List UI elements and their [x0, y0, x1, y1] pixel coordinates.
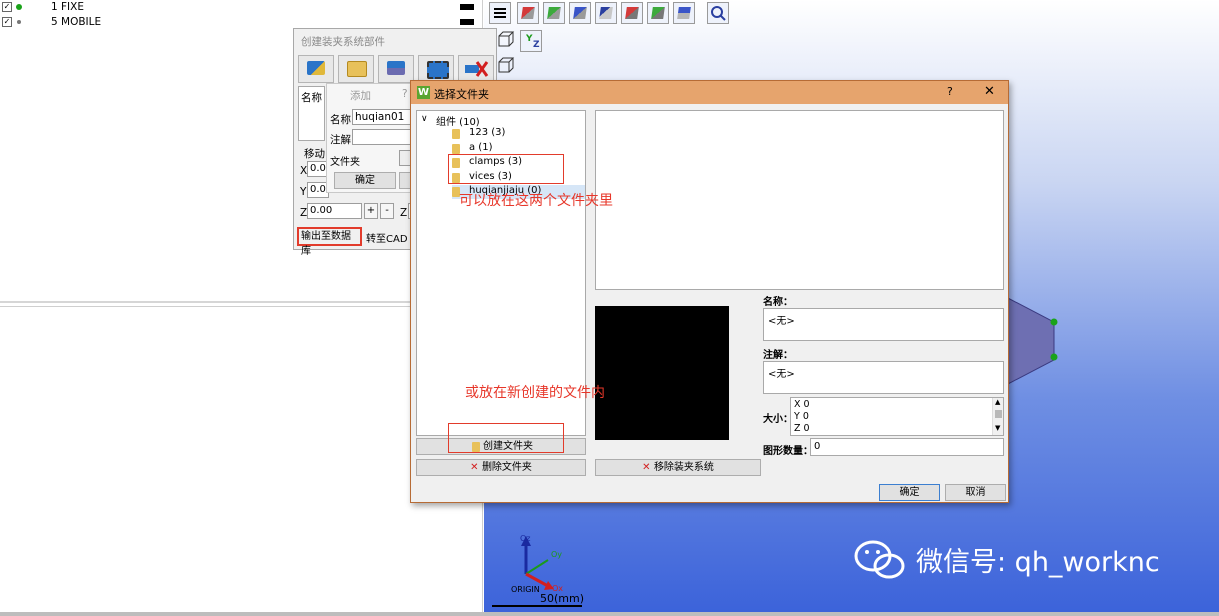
tree-item-fixe[interactable]: ✓ 1 FIXE	[2, 1, 480, 14]
tree-item-label: 1 FIXE	[51, 1, 84, 13]
status-bar	[0, 612, 1219, 616]
view-top-icon[interactable]	[569, 2, 591, 24]
scale-label: 50(mm)	[540, 592, 585, 605]
menu-icon[interactable]	[489, 2, 511, 24]
checkbox[interactable]: ✓	[2, 17, 12, 27]
axis-z-label: Z	[533, 40, 540, 50]
z-increment-button[interactable]: +	[364, 203, 378, 219]
watermark-text: 微信号: qh_worknc	[916, 547, 1160, 578]
close-icon[interactable]: ✕	[984, 84, 995, 99]
folder-item[interactable]: 123 (3)	[452, 127, 582, 141]
size-field[interactable]: X 0 Y 0 Z 0 ▲ ▼	[790, 397, 1004, 436]
note-field[interactable]: <无>	[763, 361, 1004, 394]
delete-folder-label: 删除文件夹	[481, 462, 532, 473]
view-left-icon[interactable]	[647, 2, 669, 24]
panel-title: 创建装夹系统部件	[301, 36, 385, 48]
preview-image	[595, 306, 729, 440]
view-right-icon[interactable]	[621, 2, 643, 24]
color-swatch-icon[interactable]	[460, 4, 474, 10]
move-label: 移动	[304, 148, 325, 160]
box-view-icon[interactable]	[496, 56, 516, 76]
remove-x-icon: ✕	[642, 462, 654, 473]
size-y: Y 0	[794, 411, 809, 422]
expand-chevron-icon[interactable]: ∨	[421, 114, 428, 124]
highlight-box-folders	[448, 154, 564, 184]
ok-button[interactable]: 确定	[334, 172, 396, 189]
name-list[interactable]: 名称	[298, 86, 325, 141]
scroll-thumb[interactable]	[995, 410, 1002, 418]
color-swatch-icon[interactable]	[460, 19, 474, 25]
popup-help-icon[interactable]: ?	[402, 88, 408, 100]
folder-label: 123 (3)	[469, 127, 506, 138]
axis-y-label: Y	[526, 34, 533, 44]
origin-label: ORIGIN	[511, 585, 540, 594]
view-front-icon[interactable]	[517, 2, 539, 24]
shape-count-label: 图形数量：	[763, 446, 813, 457]
view-back-icon[interactable]	[543, 2, 565, 24]
scale-bar	[492, 605, 582, 607]
wireframe-cube-icon[interactable]	[496, 30, 516, 50]
name-label: 名称	[330, 114, 351, 126]
annotation-note-2: 或放在新创建的文件内	[465, 385, 605, 401]
delete-x-icon: ✕	[470, 462, 482, 473]
folder-root-label[interactable]: 组件 (10)	[436, 113, 480, 128]
to-cad-button[interactable]: 转至CAD	[366, 230, 408, 245]
folder-label: a (1)	[469, 142, 493, 153]
axis-z-label: Oz	[520, 534, 531, 543]
checkbox[interactable]: ✓	[2, 2, 12, 12]
folder-icon	[452, 144, 460, 154]
scroll-up-icon[interactable]: ▲	[995, 398, 1000, 406]
rotate-z-label: Z	[400, 207, 408, 219]
folder-icon	[452, 129, 460, 139]
folder-label: 文件夹	[330, 157, 360, 168]
z-input[interactable]: 0.00	[307, 203, 362, 219]
dialog-title: 选择文件夹	[434, 88, 489, 101]
select-fixture-button[interactable]	[418, 55, 454, 83]
wechat-logo-icon	[854, 540, 905, 579]
help-icon[interactable]: ?	[947, 85, 953, 98]
dialog-titlebar[interactable]: W 选择文件夹 ? ✕	[411, 81, 1008, 104]
status-dot-icon	[17, 20, 21, 24]
fixture-tool-button[interactable]	[378, 55, 414, 83]
name-input[interactable]: huqian01	[352, 109, 416, 125]
status-dot-icon	[16, 4, 22, 10]
shape-count-field[interactable]: 0	[810, 438, 1004, 456]
zoom-icon[interactable]	[707, 2, 729, 24]
axis-orientation-icon[interactable]: Y Z	[520, 30, 542, 52]
remove-fixture-label: 移除装夹系统	[653, 462, 714, 473]
tree-item-label: 5 MOBILE	[51, 16, 102, 28]
export-to-database-button[interactable]: 输出至数据库	[297, 227, 362, 257]
note-label: 注解：	[763, 350, 793, 361]
popup-title: 添加	[350, 90, 371, 102]
add-component-popup: 添加 ? 名称 huqian01 注解 文件夹 确定	[326, 83, 416, 193]
y-label: Y	[300, 186, 307, 198]
scroll-down-icon[interactable]: ▼	[995, 424, 1000, 432]
delete-folder-button[interactable]: ✕ 删除文件夹	[416, 459, 586, 476]
size-z: Z 0	[794, 423, 810, 434]
z-decrement-button[interactable]: -	[380, 203, 394, 219]
name-label: 名称：	[763, 297, 793, 308]
component-list[interactable]	[595, 110, 1004, 290]
ok-button[interactable]: 确定	[879, 484, 940, 501]
highlight-box-create-folder	[448, 423, 564, 453]
app-logo-icon: W	[417, 86, 430, 99]
size-scrollbar[interactable]: ▲ ▼	[992, 398, 1003, 435]
view-bottom-icon[interactable]	[673, 2, 695, 24]
remove-fixture-button[interactable]: ✕ 移除装夹系统	[595, 459, 761, 476]
open-folder-button[interactable]	[338, 55, 374, 83]
name-column-header: 名称	[301, 92, 322, 104]
note-label: 注解	[330, 134, 351, 146]
name-field[interactable]: <无>	[763, 308, 1004, 341]
axis-y-label: Oy	[551, 550, 563, 559]
cancel-button[interactable]: 取消	[945, 484, 1006, 501]
edit-fixture-button[interactable]	[298, 55, 334, 83]
size-label: 大小：	[763, 414, 793, 425]
view-iso-icon[interactable]	[595, 2, 617, 24]
annotation-note-1: 可以放在这两个文件夹里	[459, 193, 613, 209]
delete-fixture-button[interactable]	[458, 55, 494, 83]
size-x: X 0	[794, 399, 810, 410]
note-input[interactable]	[352, 129, 416, 145]
